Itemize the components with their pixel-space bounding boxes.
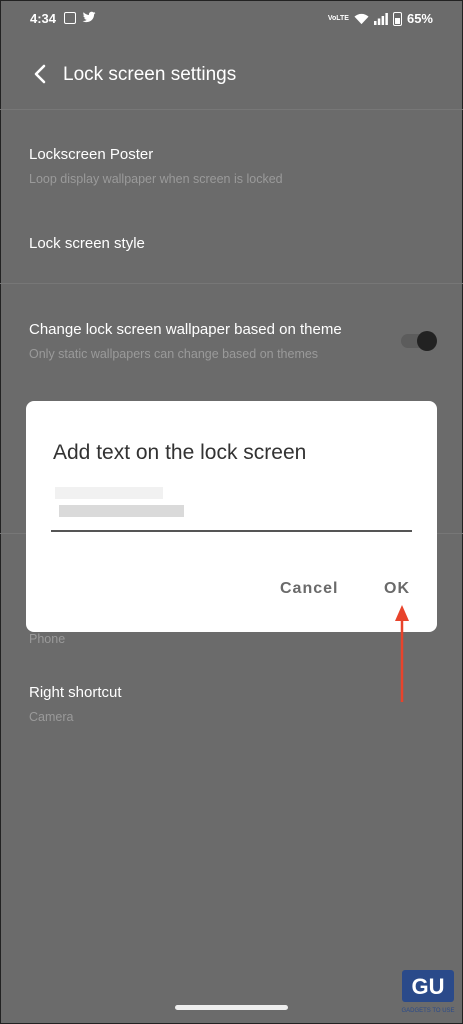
- setting-title: Change lock screen wallpaper based on th…: [29, 321, 342, 338]
- home-indicator[interactable]: [175, 1005, 288, 1010]
- svg-text:GADGETS TO USE: GADGETS TO USE: [401, 1008, 454, 1014]
- gadgets-to-use-logo: GU GADGETS TO USE: [401, 970, 455, 1014]
- toggle-thumb: [417, 331, 437, 351]
- setting-subtitle: Only static wallpapers can change based …: [29, 347, 319, 361]
- volte-icon: VoLTE: [327, 15, 349, 22]
- status-bar: 4:34 VoLTE 65%: [0, 0, 463, 36]
- add-text-dialog: Add text on the lock screen Cancel OK: [26, 401, 437, 632]
- twitter-icon: [82, 11, 96, 23]
- section-divider: [0, 283, 463, 284]
- lock-screen-text-input[interactable]: [51, 487, 412, 532]
- app-header: Lock screen settings: [0, 50, 463, 100]
- signal-icon: [373, 12, 388, 25]
- battery-icon: [392, 11, 402, 26]
- dialog-title: Add text on the lock screen: [53, 441, 307, 464]
- theme-wallpaper-toggle[interactable]: [401, 331, 437, 351]
- setting-subtitle: Camera: [29, 710, 74, 724]
- setting-title: Right shortcut: [29, 684, 122, 701]
- status-right-icons: VoLTE 65%: [328, 11, 433, 26]
- cancel-button[interactable]: Cancel: [280, 580, 338, 598]
- setting-title: Lock screen style: [29, 235, 145, 252]
- svg-text:GU: GU: [412, 974, 445, 999]
- annotation-arrow-icon: [395, 605, 409, 702]
- blurred-text: [59, 505, 184, 517]
- battery-percent: 65%: [406, 11, 433, 26]
- status-time: 4:34: [30, 11, 57, 26]
- setting-title: Lockscreen Poster: [29, 146, 154, 163]
- ok-button[interactable]: OK: [384, 580, 410, 598]
- blurred-text: [55, 487, 163, 499]
- screenshot-icon: [64, 12, 76, 24]
- page-title: Lock screen settings: [63, 64, 237, 85]
- header-divider: [0, 109, 463, 110]
- chevron-left-icon[interactable]: [30, 62, 50, 86]
- setting-subtitle: Phone: [29, 632, 66, 646]
- setting-subtitle: Loop display wallpaper when screen is lo…: [29, 172, 283, 186]
- wifi-icon: [354, 13, 369, 24]
